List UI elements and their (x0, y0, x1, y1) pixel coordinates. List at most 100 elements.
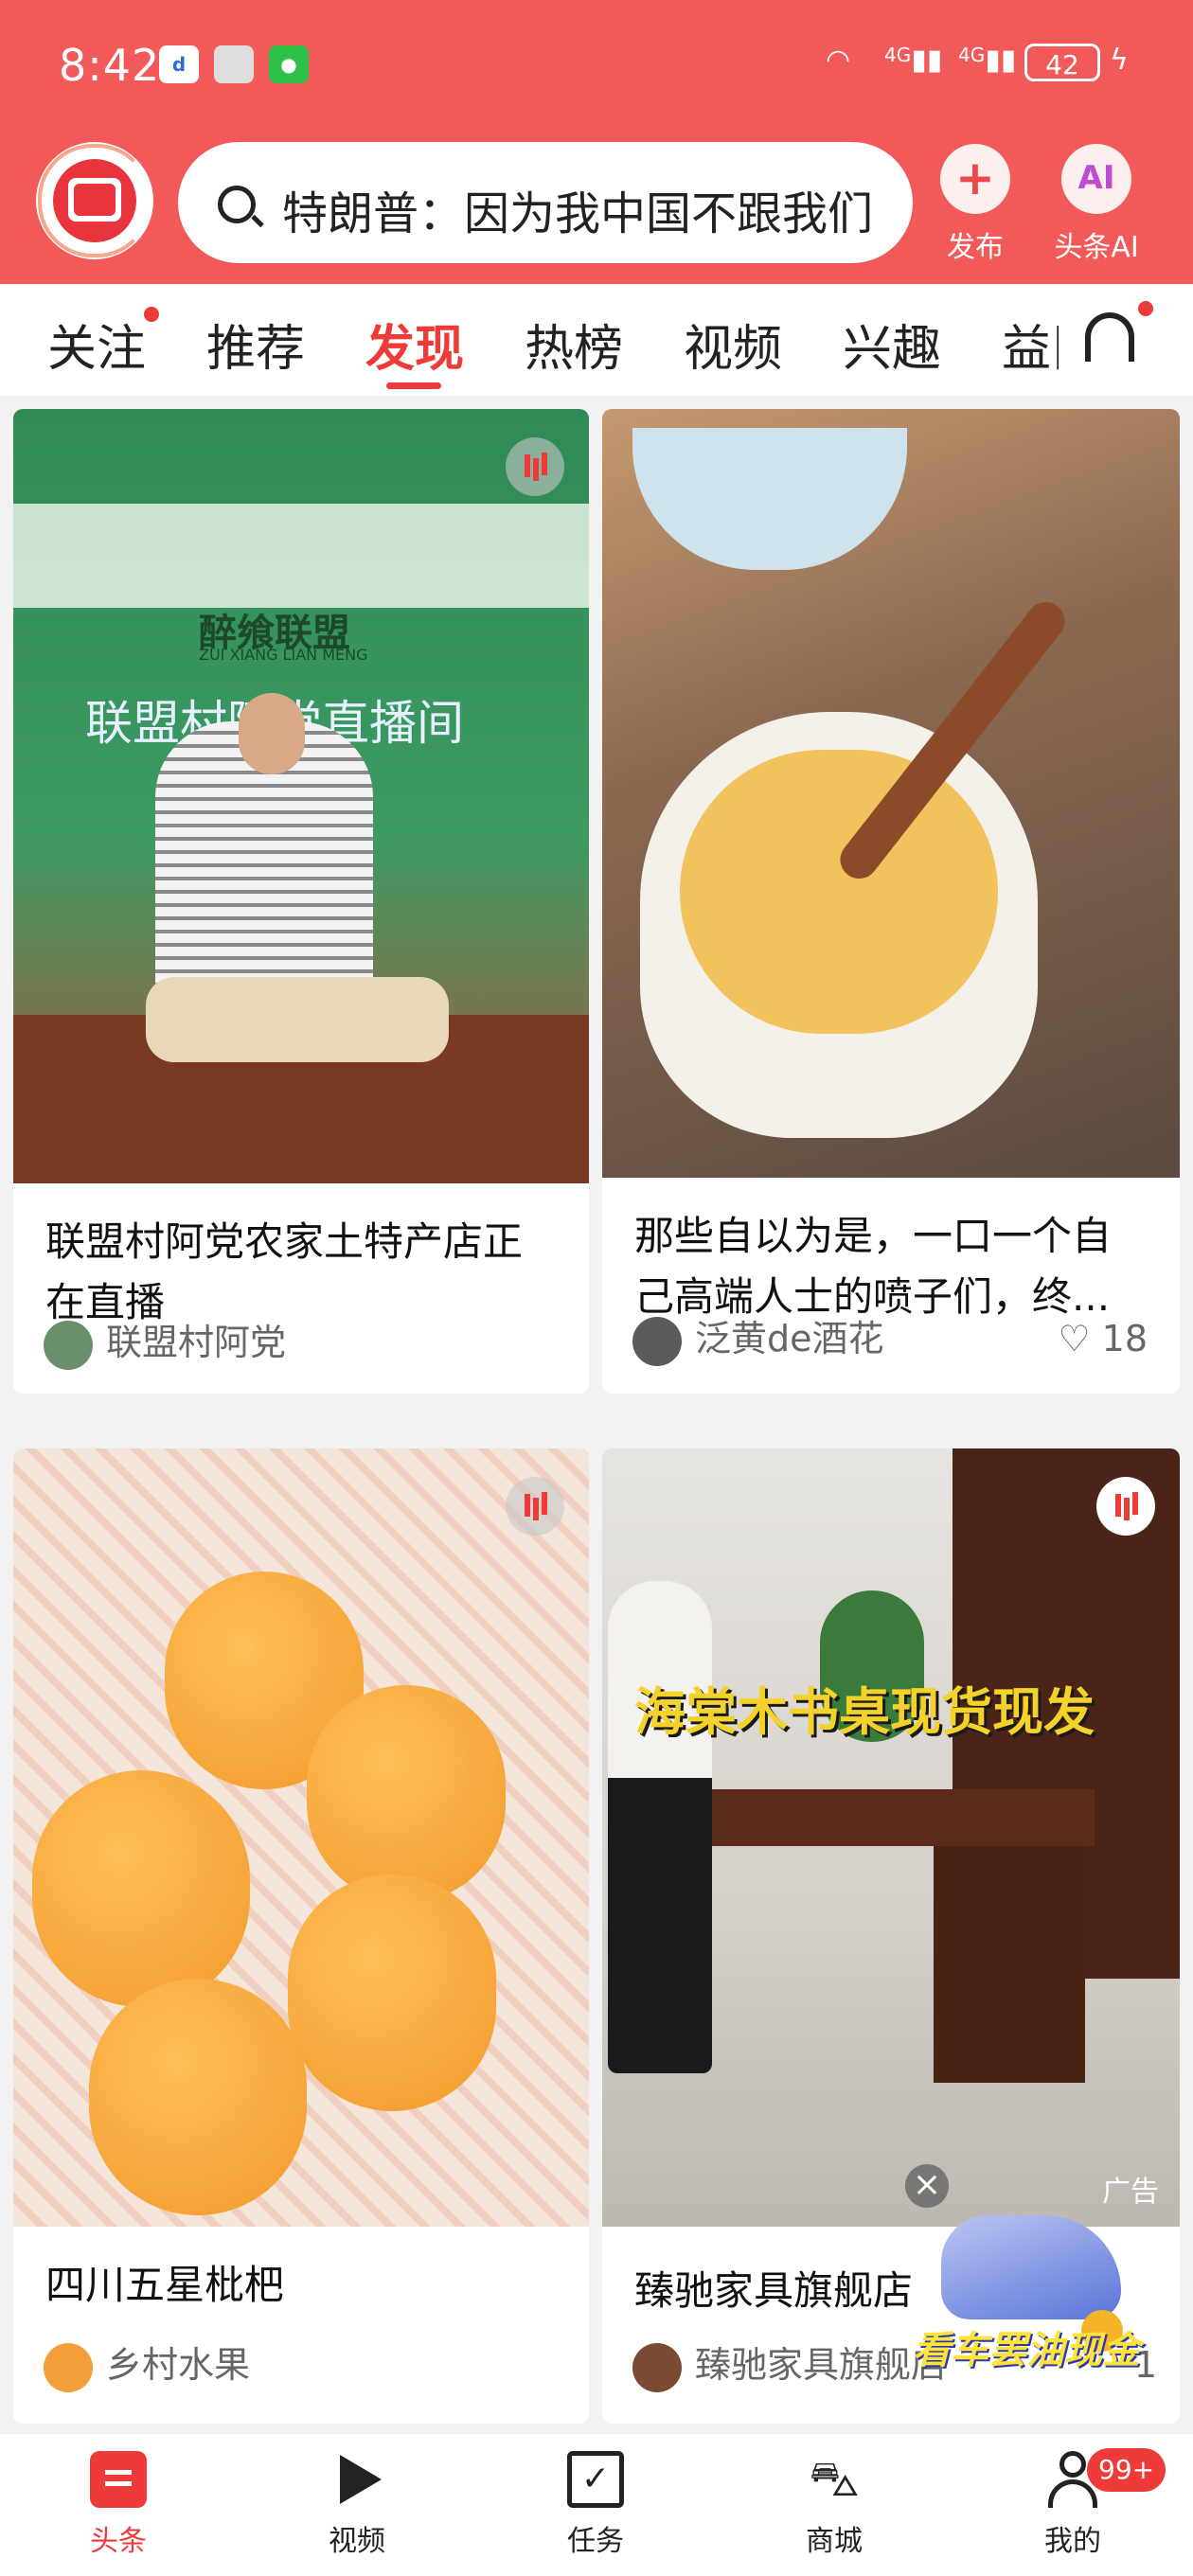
card-title-line1: 联盟村阿党农家土特产店正 (45, 1218, 524, 1265)
app-logo-icon[interactable] (36, 142, 153, 259)
publish-label: 发布 (947, 231, 1004, 264)
signal-label-2: 4G (958, 44, 986, 66)
author-name: 泛黄de酒花 (695, 1318, 884, 1359)
charging-icon: ϟ (1110, 44, 1129, 77)
bowl-background (632, 428, 907, 570)
toutiao-ai-button[interactable]: AI 头条AI (1040, 144, 1153, 265)
status-bar: 8:42 d ● ◠ 4G▮▮ 4G▮▮ 42 ϟ (0, 0, 1193, 133)
nav-task[interactable]: ✓ 任务 (525, 2451, 667, 2559)
loquat-thumbnail (13, 1448, 589, 2227)
avatar (632, 2342, 682, 2392)
tab-recommend[interactable]: 推荐 (206, 309, 305, 380)
card-title: 那些自以为是，一口一个自 己高端人士的喷子们，终... (634, 1206, 1112, 1327)
publish-button[interactable]: + 发布 (918, 144, 1032, 265)
card-author[interactable]: 泛黄de酒花 (632, 1312, 884, 1366)
plus-icon: + (940, 144, 1010, 214)
feed-card-1[interactable]: 醉飨联盟 ZUI XIANG LIAN MENG 联盟村阿党直播间 联盟村阿党农… (13, 409, 589, 1394)
product-overlay-text: 海棠木书桌现货现发 (634, 1682, 1095, 1742)
tab-video[interactable]: 视频 (684, 309, 782, 380)
promo-text: 看车罢油现金 (913, 2329, 1140, 2372)
desk-ad-thumbnail: 海棠木书桌现货现发 × 广告 (602, 1448, 1180, 2227)
avatar (44, 1320, 93, 1370)
loquat (89, 1979, 307, 2215)
product-pile (146, 977, 449, 1062)
tab-discover[interactable]: 发现 (365, 309, 464, 380)
live-indicator-icon (506, 1477, 564, 1536)
avatar (44, 2342, 93, 2392)
nav-label: 我的 (1044, 2525, 1101, 2558)
search-icon (218, 186, 256, 223)
tab-hot[interactable]: 热榜 (525, 309, 623, 380)
presenter-head (239, 693, 305, 774)
toutiao-icon-line (105, 2470, 132, 2475)
bottom-nav: 头条 视频 ✓ 任务 ⛍ 商城 我的 (0, 2433, 1193, 2576)
tab-more[interactable]: 益阝 (1002, 309, 1059, 380)
tab-interest[interactable]: 兴趣 (843, 309, 941, 380)
nav-label: 任务 (567, 2525, 624, 2558)
battery-icon: 42 (1024, 44, 1100, 81)
card-title-line1: 那些自以为是，一口一个自 (634, 1213, 1113, 1259)
notification-badge: 99+ (1087, 2448, 1166, 2492)
author-name: 联盟村阿党 (106, 1322, 287, 1363)
card-author[interactable]: 臻驰家具旗舰店 (632, 2338, 948, 2392)
author-name: 臻驰家具旗舰店 (695, 2344, 948, 2386)
play-icon (329, 2451, 385, 2508)
nav-toutiao[interactable]: 头条 (47, 2451, 189, 2559)
nav-label: 视频 (329, 2525, 385, 2558)
desk-leg (934, 1846, 1085, 2083)
avatar-notification-icon (214, 45, 254, 83)
card-title: 联盟村阿党农家土特产店正 在直播 (45, 1212, 523, 1333)
desk (687, 1789, 1095, 1846)
custard-thumbnail (602, 409, 1180, 1178)
heart-icon: ♡ (1058, 1318, 1091, 1359)
nav-mall[interactable]: ⛍ 商城 (763, 2451, 905, 2559)
wechat-icon: ● (269, 45, 309, 83)
tab-follow-dot (144, 307, 159, 322)
profile-body (1048, 2479, 1097, 2508)
feed-card-2[interactable]: 那些自以为是，一口一个自 己高端人士的喷子们，终... 泛黄de酒花 ♡ 18 (602, 409, 1180, 1394)
logo-bag-inner (74, 184, 116, 216)
signal-icon: 4G▮▮ (884, 44, 943, 77)
author-name: 乡村水果 (106, 2344, 251, 2386)
banner-brand-en: ZUI XIANG LIAN MENG (199, 646, 368, 664)
active-tab-indicator (386, 382, 441, 389)
live-indicator-icon (1096, 1477, 1155, 1536)
headset-dot (1138, 301, 1153, 316)
tab-follow[interactable]: 关注 (47, 309, 146, 380)
status-time: 8:42 (59, 40, 161, 91)
loquat (288, 1874, 496, 2111)
nav-video[interactable]: 视频 (286, 2451, 428, 2559)
card-author[interactable]: 乡村水果 (44, 2338, 251, 2392)
live-indicator-icon (506, 437, 564, 496)
profile-head (1059, 2451, 1086, 2478)
card-title: 四川五星枇杷 (45, 2262, 285, 2308)
toutiao-icon (90, 2451, 147, 2508)
ai-label: 头条AI (1054, 231, 1139, 264)
nav-label: 商城 (806, 2525, 863, 2558)
search-bar[interactable]: 特朗普：因为我中国不跟我们 (178, 142, 913, 263)
feed-card-3[interactable]: 四川五星枇杷 乡村水果 (13, 1448, 589, 2424)
wifi-icon: ◠ (826, 44, 851, 77)
ai-icon: AI (1061, 144, 1131, 214)
signal-label: 4G (884, 44, 912, 66)
app-notification-icon: d (159, 45, 199, 83)
task-icon: ✓ (567, 2451, 624, 2508)
card-title: 臻驰家具旗舰店 (634, 2267, 914, 2314)
nav-label: 头条 (90, 2525, 147, 2558)
cart-icon: ⛍ (809, 2451, 860, 2508)
card-author[interactable]: 联盟村阿党 (44, 1316, 287, 1370)
custard (680, 750, 998, 1034)
promo-car-image (941, 2215, 1121, 2319)
signal-icon-2: 4G▮▮ (958, 44, 1017, 77)
play-triangle (340, 2455, 382, 2504)
like-count[interactable]: ♡ 18 (1058, 1318, 1148, 1359)
channel-tabs: 关注 推荐 发现 热榜 视频 兴趣 益阝 (0, 284, 1193, 396)
search-placeholder: 特朗普：因为我中国不跟我们 (282, 187, 874, 240)
loquat (32, 1770, 250, 2007)
floating-promo-banner[interactable]: 看车罢油现金 (913, 2196, 1140, 2386)
live-stream-thumbnail: 醉飨联盟 ZUI XIANG LIAN MENG 联盟村阿党直播间 (13, 409, 589, 1183)
loquat (307, 1685, 506, 1903)
woman-figure (608, 1581, 712, 2073)
avatar (632, 1316, 682, 1366)
headset-icon[interactable] (1085, 312, 1134, 362)
